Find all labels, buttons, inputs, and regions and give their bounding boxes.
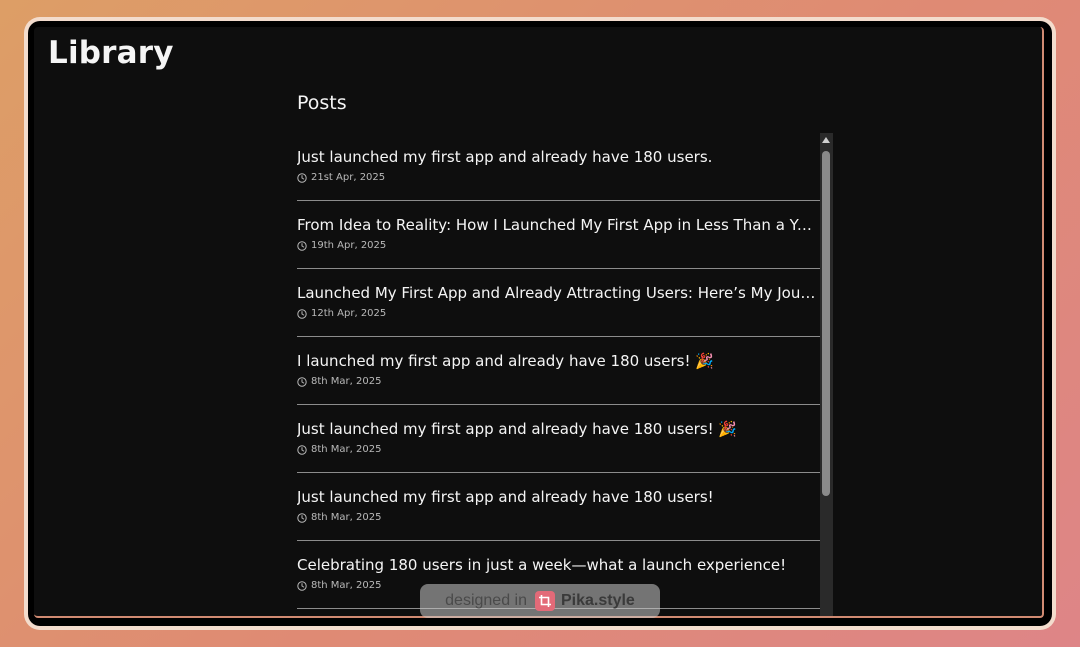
clock-icon xyxy=(297,444,307,455)
post-title[interactable]: From Idea to Reality: How I Launched My … xyxy=(297,215,820,235)
post-title[interactable]: I launched my first app and already have… xyxy=(297,351,820,371)
clock-icon xyxy=(297,172,307,183)
post-item[interactable]: From Idea to Reality: How I Launched My … xyxy=(297,201,820,269)
post-title[interactable]: Launched My First App and Already Attrac… xyxy=(297,283,820,303)
clock-icon xyxy=(297,512,307,523)
post-date: 21st Apr, 2025 xyxy=(311,172,386,183)
post-date: 8th Mar, 2025 xyxy=(311,512,382,523)
post-meta: 8th Mar, 2025 xyxy=(297,512,820,523)
clock-icon xyxy=(297,580,307,591)
section-title: Posts xyxy=(297,92,347,114)
post-date: 19th Apr, 2025 xyxy=(311,240,387,251)
post-title[interactable]: Celebrating 180 users in just a week—wha… xyxy=(297,555,820,575)
post-meta: 19th Apr, 2025 xyxy=(297,240,820,251)
scroll-up-arrow-icon[interactable] xyxy=(822,137,830,143)
post-item[interactable]: Just launched my first app and already h… xyxy=(297,133,820,201)
watermark-brand: Pika.style xyxy=(561,592,635,609)
page-title: Library xyxy=(48,35,174,71)
pika-watermark[interactable]: designed in Pika.style xyxy=(420,584,660,618)
scrollbar-thumb[interactable] xyxy=(822,151,830,496)
post-meta: 21st Apr, 2025 xyxy=(297,172,820,183)
posts-list: Just launched my first app and already h… xyxy=(297,133,820,609)
clock-icon xyxy=(297,308,307,319)
post-title[interactable]: Just launched my first app and already h… xyxy=(297,487,820,507)
window-frame: Library Posts Just launched my first app… xyxy=(24,17,1056,630)
post-date: 8th Mar, 2025 xyxy=(311,444,382,455)
app-screen: Library Posts Just launched my first app… xyxy=(34,27,1044,618)
clock-icon xyxy=(297,376,307,387)
watermark-prefix: designed in xyxy=(445,592,527,609)
posts-scrollbar[interactable] xyxy=(820,133,833,616)
post-date: 12th Apr, 2025 xyxy=(311,308,387,319)
post-item[interactable]: Launched My First App and Already Attrac… xyxy=(297,269,820,337)
post-meta: 12th Apr, 2025 xyxy=(297,308,820,319)
clock-icon xyxy=(297,240,307,251)
post-title[interactable]: Just launched my first app and already h… xyxy=(297,147,820,167)
post-title[interactable]: Just launched my first app and already h… xyxy=(297,419,820,439)
post-item[interactable]: Just launched my first app and already h… xyxy=(297,405,820,473)
post-date: 8th Mar, 2025 xyxy=(311,580,382,591)
post-date: 8th Mar, 2025 xyxy=(311,376,382,387)
post-meta: 8th Mar, 2025 xyxy=(297,444,820,455)
app-window: Library Posts Just launched my first app… xyxy=(28,21,1052,626)
post-meta: 8th Mar, 2025 xyxy=(297,376,820,387)
post-item[interactable]: Just launched my first app and already h… xyxy=(297,473,820,541)
crop-icon xyxy=(535,591,555,611)
posts-list-container: Just launched my first app and already h… xyxy=(297,133,833,616)
post-item[interactable]: I launched my first app and already have… xyxy=(297,337,820,405)
